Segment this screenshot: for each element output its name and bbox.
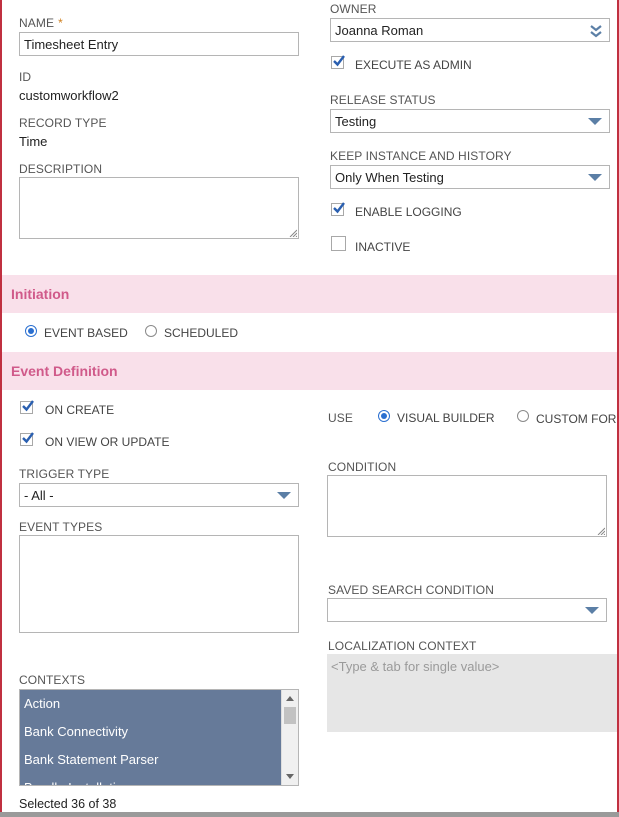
keep-instance-value: Only When Testing bbox=[335, 169, 444, 185]
keep-instance-select[interactable]: Only When Testing bbox=[330, 165, 610, 189]
on-create-label: ON CREATE bbox=[45, 403, 115, 417]
trigger-type-value: - All - bbox=[24, 487, 54, 503]
inactive-checkbox[interactable] bbox=[331, 236, 346, 251]
enable-logging-label: ENABLE LOGGING bbox=[355, 205, 462, 219]
event-definition-section-header[interactable]: Event Definition bbox=[2, 352, 617, 390]
scrollbar-track-icon bbox=[284, 696, 296, 779]
localization-label: LOCALIZATION CONTEXT bbox=[328, 639, 477, 653]
enable-logging-checkbox[interactable] bbox=[331, 202, 345, 216]
inactive-label: INACTIVE bbox=[355, 240, 411, 254]
release-status-value: Testing bbox=[335, 113, 377, 129]
scheduled-label: SCHEDULED bbox=[164, 326, 239, 340]
checkmark-icon bbox=[22, 400, 34, 412]
execute-as-admin-checkbox[interactable] bbox=[331, 55, 345, 69]
window-border-bottom bbox=[0, 812, 619, 817]
execute-as-admin-label: EXECUTE AS ADMIN bbox=[355, 58, 472, 72]
contexts-label: CONTEXTS bbox=[19, 673, 86, 687]
id-label: ID bbox=[19, 70, 32, 84]
localization-input[interactable]: <Type & tab for single value> bbox=[327, 654, 617, 732]
on-view-update-label: ON VIEW OR UPDATE bbox=[45, 435, 170, 449]
owner-select-value: Joanna Roman bbox=[335, 22, 424, 38]
on-create-checkbox[interactable] bbox=[20, 400, 34, 414]
contexts-selected-count: Selected 36 of 38 bbox=[19, 797, 117, 811]
visual-builder-radio[interactable] bbox=[378, 410, 390, 422]
localization-placeholder: <Type & tab for single value> bbox=[331, 659, 500, 674]
custom-formula-label: CUSTOM FORMULA bbox=[536, 412, 616, 426]
description-textarea[interactable] bbox=[19, 177, 299, 239]
owner-select[interactable]: Joanna Roman bbox=[330, 18, 610, 42]
name-input-value: Timesheet Entry bbox=[24, 36, 119, 52]
condition-label: CONDITION bbox=[328, 460, 397, 474]
context-option[interactable]: Bank Connectivity bbox=[20, 718, 298, 746]
event-definition-title: Event Definition bbox=[11, 363, 118, 379]
saved-search-select[interactable] bbox=[327, 598, 607, 622]
scheduled-radio[interactable] bbox=[145, 325, 157, 337]
visual-builder-label: VISUAL BUILDER bbox=[397, 411, 495, 425]
event-types-label: EVENT TYPES bbox=[19, 520, 103, 534]
event-types-list[interactable] bbox=[19, 535, 299, 633]
context-option[interactable]: Action bbox=[20, 690, 298, 718]
custom-formula-label-clip: CUSTOM FORMULA bbox=[536, 411, 616, 426]
contexts-scrollbar[interactable] bbox=[281, 690, 298, 785]
record-type-value: Time bbox=[19, 134, 48, 149]
context-option[interactable]: Bank Statement Parser bbox=[20, 746, 298, 774]
keep-instance-label: KEEP INSTANCE AND HISTORY bbox=[330, 149, 512, 163]
resize-handle-icon[interactable] bbox=[289, 229, 297, 237]
checkmark-icon bbox=[22, 432, 34, 444]
owner-label: OWNER bbox=[330, 2, 377, 16]
use-label: USE bbox=[328, 411, 353, 425]
event-based-radio[interactable] bbox=[25, 325, 37, 337]
context-option[interactable]: Bundle Installation bbox=[20, 774, 298, 785]
required-marker: * bbox=[58, 16, 63, 30]
initiation-title: Initiation bbox=[11, 286, 70, 302]
name-label: NAME * bbox=[19, 16, 63, 30]
release-status-select[interactable]: Testing bbox=[330, 109, 610, 133]
on-view-update-checkbox[interactable] bbox=[20, 432, 34, 446]
event-based-label: EVENT BASED bbox=[44, 326, 128, 340]
custom-formula-radio[interactable] bbox=[517, 410, 529, 422]
release-status-label: RELEASE STATUS bbox=[330, 93, 436, 107]
saved-search-label: SAVED SEARCH CONDITION bbox=[328, 583, 494, 597]
caret-down-icon[interactable] bbox=[588, 118, 602, 125]
caret-down-icon[interactable] bbox=[277, 492, 291, 499]
checkmark-icon bbox=[333, 202, 345, 214]
caret-down-icon[interactable] bbox=[585, 607, 599, 614]
window-border-left bbox=[0, 0, 2, 817]
checkmark-icon bbox=[333, 55, 345, 67]
record-type-label: RECORD TYPE bbox=[19, 116, 107, 130]
resize-handle-icon[interactable] bbox=[597, 527, 605, 535]
trigger-type-label: TRIGGER TYPE bbox=[19, 467, 110, 481]
contexts-multiselect[interactable]: Action Bank Connectivity Bank Statement … bbox=[19, 689, 299, 786]
id-value: customworkflow2 bbox=[19, 88, 119, 103]
initiation-section-header[interactable]: Initiation bbox=[2, 275, 617, 313]
description-label: DESCRIPTION bbox=[19, 162, 103, 176]
caret-down-icon[interactable] bbox=[588, 174, 602, 181]
name-input[interactable]: Timesheet Entry bbox=[19, 32, 299, 56]
double-chevron-down-icon[interactable] bbox=[589, 23, 603, 39]
condition-textarea[interactable] bbox=[327, 475, 607, 537]
trigger-type-select[interactable]: - All - bbox=[19, 483, 299, 507]
